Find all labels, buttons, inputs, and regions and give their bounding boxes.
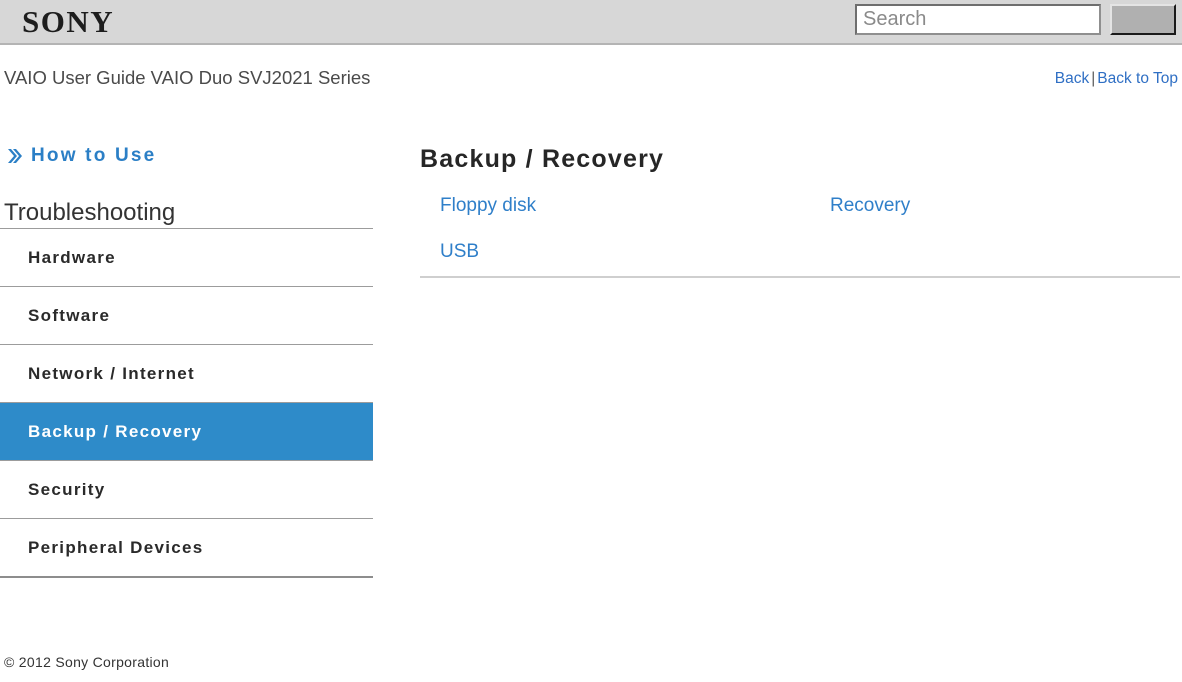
search-button[interactable] [1110,4,1176,35]
sidebar-item-peripheral-devices[interactable]: Peripheral Devices [0,518,373,576]
sidebar-item-label: How to Use [31,145,157,166]
list-item: Peripheral Devices [0,518,373,576]
search-area [855,4,1176,35]
sidebar-item-security[interactable]: Security [0,460,373,518]
list-item: Network / Internet [0,344,373,402]
sidebar-item-label: Hardware [28,247,116,267]
list-item: Backup / Recovery [0,402,373,460]
list-item: Security [0,460,373,518]
double-chevron-right-icon [8,148,22,164]
list-item: Hardware [0,228,373,286]
topic-link-recovery[interactable]: Recovery [830,192,910,219]
sidebar-item-label: Peripheral Devices [28,537,204,557]
page-title: VAIO User Guide VAIO Duo SVJ2021 Series [4,67,371,88]
search-input[interactable] [855,4,1101,35]
sidebar-item-label: Software [28,305,111,325]
topic-link-floppy-disk[interactable]: Floppy disk [440,192,536,219]
main-content: Backup / Recovery Floppy disk USB Recove… [420,140,1180,278]
list-item: Software [0,286,373,344]
sidebar-item-software[interactable]: Software [0,286,373,344]
sidebar-item-how-to-use[interactable]: How to Use [0,140,373,172]
topic-column-2: Recovery [830,192,910,238]
breadcrumb-row: VAIO User Guide VAIO Duo SVJ2021 Series … [0,45,1182,98]
back-link[interactable]: Back [1055,70,1089,87]
sidebar-item-hardware[interactable]: Hardware [0,228,373,286]
sony-logo: SONY [22,4,115,39]
sidebar-bottom-divider [0,576,373,578]
sidebar-item-backup-recovery[interactable]: Backup / Recovery [0,402,373,460]
topic-link-grid: Floppy disk USB Recovery [420,192,1180,276]
sidebar-nav-list: Hardware Software Network / Internet Bac… [0,228,373,578]
sidebar-item-label: Security [28,479,106,499]
content-title: Backup / Recovery [420,145,665,173]
back-to-top-link[interactable]: Back to Top [1097,70,1178,87]
sidebar-item-label: Backup / Recovery [28,421,203,441]
topic-column-1: Floppy disk USB [440,192,536,284]
breadcrumb: Back | Back to Top [1055,70,1178,88]
sidebar-item-network-internet[interactable]: Network / Internet [0,344,373,402]
topic-link-usb[interactable]: USB [440,238,536,265]
sidebar-item-label: Network / Internet [28,363,195,383]
sidebar-section-heading: Troubleshooting [4,199,176,226]
footer-copyright: © 2012 Sony Corporation [4,654,170,670]
site-header: SONY [0,0,1182,45]
sidebar: How to Use Troubleshooting Hardware Soft… [0,140,373,578]
